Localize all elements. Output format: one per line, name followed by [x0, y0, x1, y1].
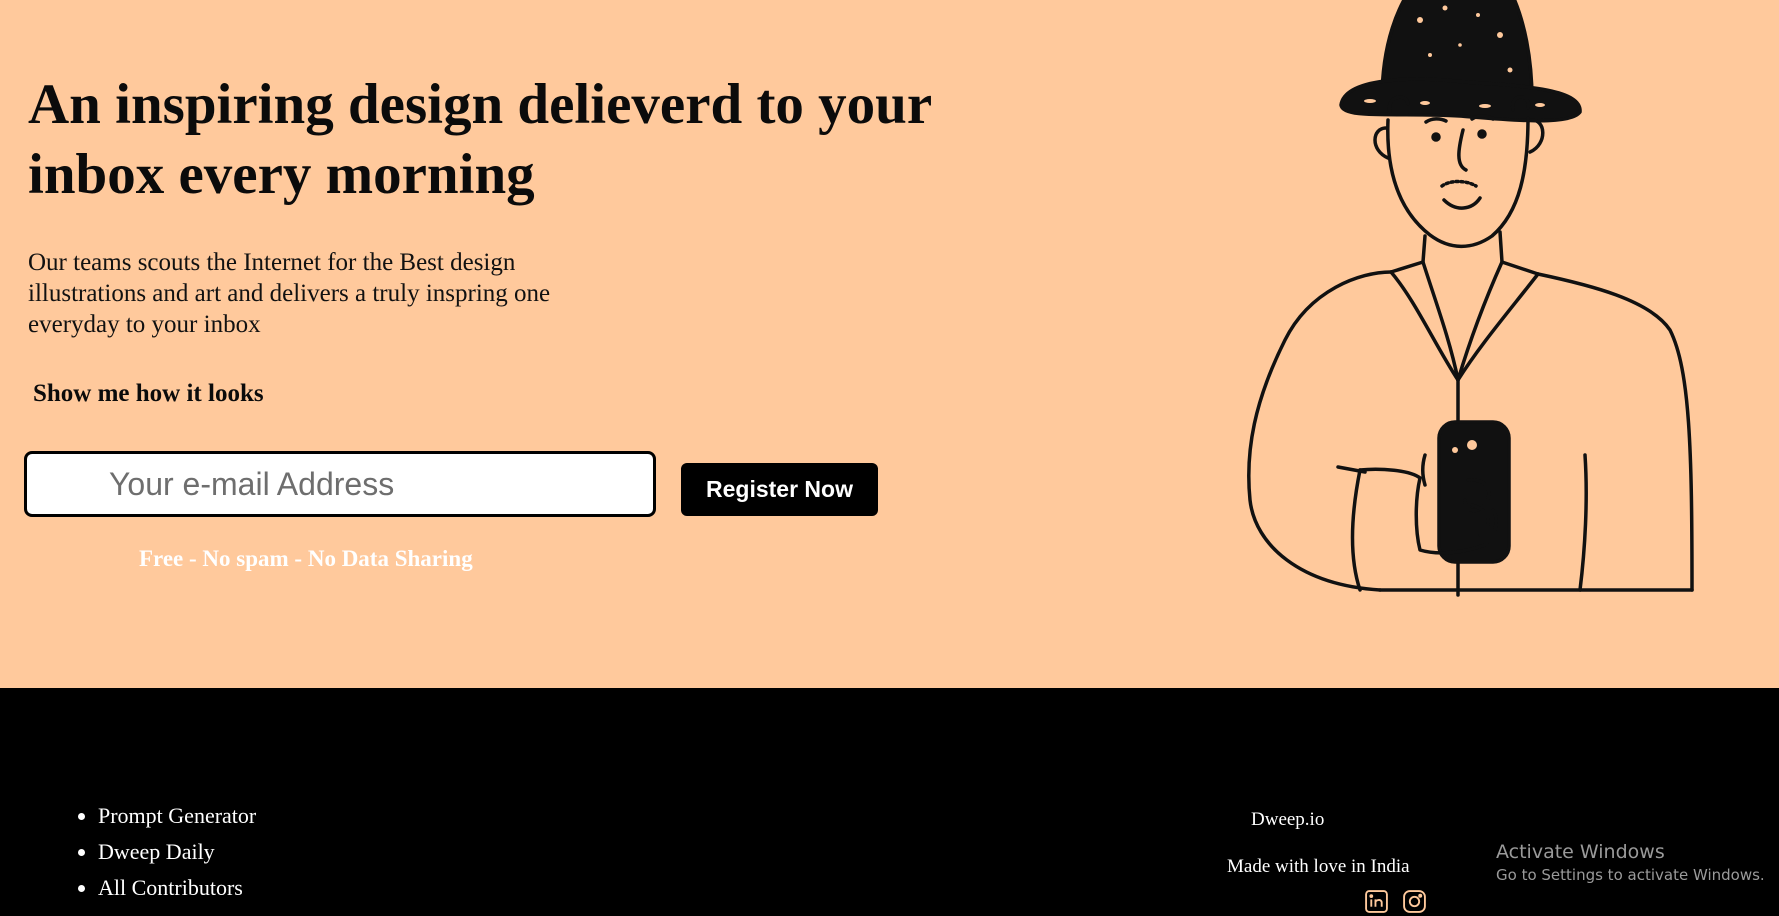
- instagram-icon[interactable]: [1402, 889, 1427, 914]
- hero-subtext: Our teams scouts the Internet for the Be…: [28, 249, 551, 338]
- free-note: Free - No spam - No Data Sharing: [139, 546, 473, 571]
- register-button[interactable]: Register Now: [681, 463, 878, 516]
- footer-link-all-contributors[interactable]: All Contributors: [98, 870, 256, 906]
- activate-windows-watermark: Activate Windows Go to Settings to activ…: [1496, 840, 1765, 886]
- activate-windows-subtitle: Go to Settings to activate Windows.: [1496, 866, 1765, 884]
- email-input[interactable]: [24, 451, 656, 517]
- hero-headline: An inspiring design delieverd to your in…: [28, 73, 932, 206]
- made-with-love: Made with love in India: [1227, 856, 1410, 877]
- footer-link-prompt-generator[interactable]: Prompt Generator: [98, 798, 256, 834]
- hero-section: An inspiring design delieverd to your in…: [0, 0, 1779, 688]
- linkedin-icon[interactable]: [1364, 889, 1389, 914]
- footer-links: Prompt Generator Dweep Daily All Contrib…: [52, 798, 256, 906]
- show-me-link[interactable]: Show me how it looks: [33, 380, 264, 408]
- man-with-phone-illustration: [1247, 0, 1694, 597]
- footer: Prompt Generator Dweep Daily All Contrib…: [0, 688, 1779, 916]
- footer-brand: Dweep.io: [1251, 809, 1325, 830]
- footer-link-dweep-daily[interactable]: Dweep Daily: [98, 834, 256, 870]
- activate-windows-title: Activate Windows: [1496, 841, 1665, 863]
